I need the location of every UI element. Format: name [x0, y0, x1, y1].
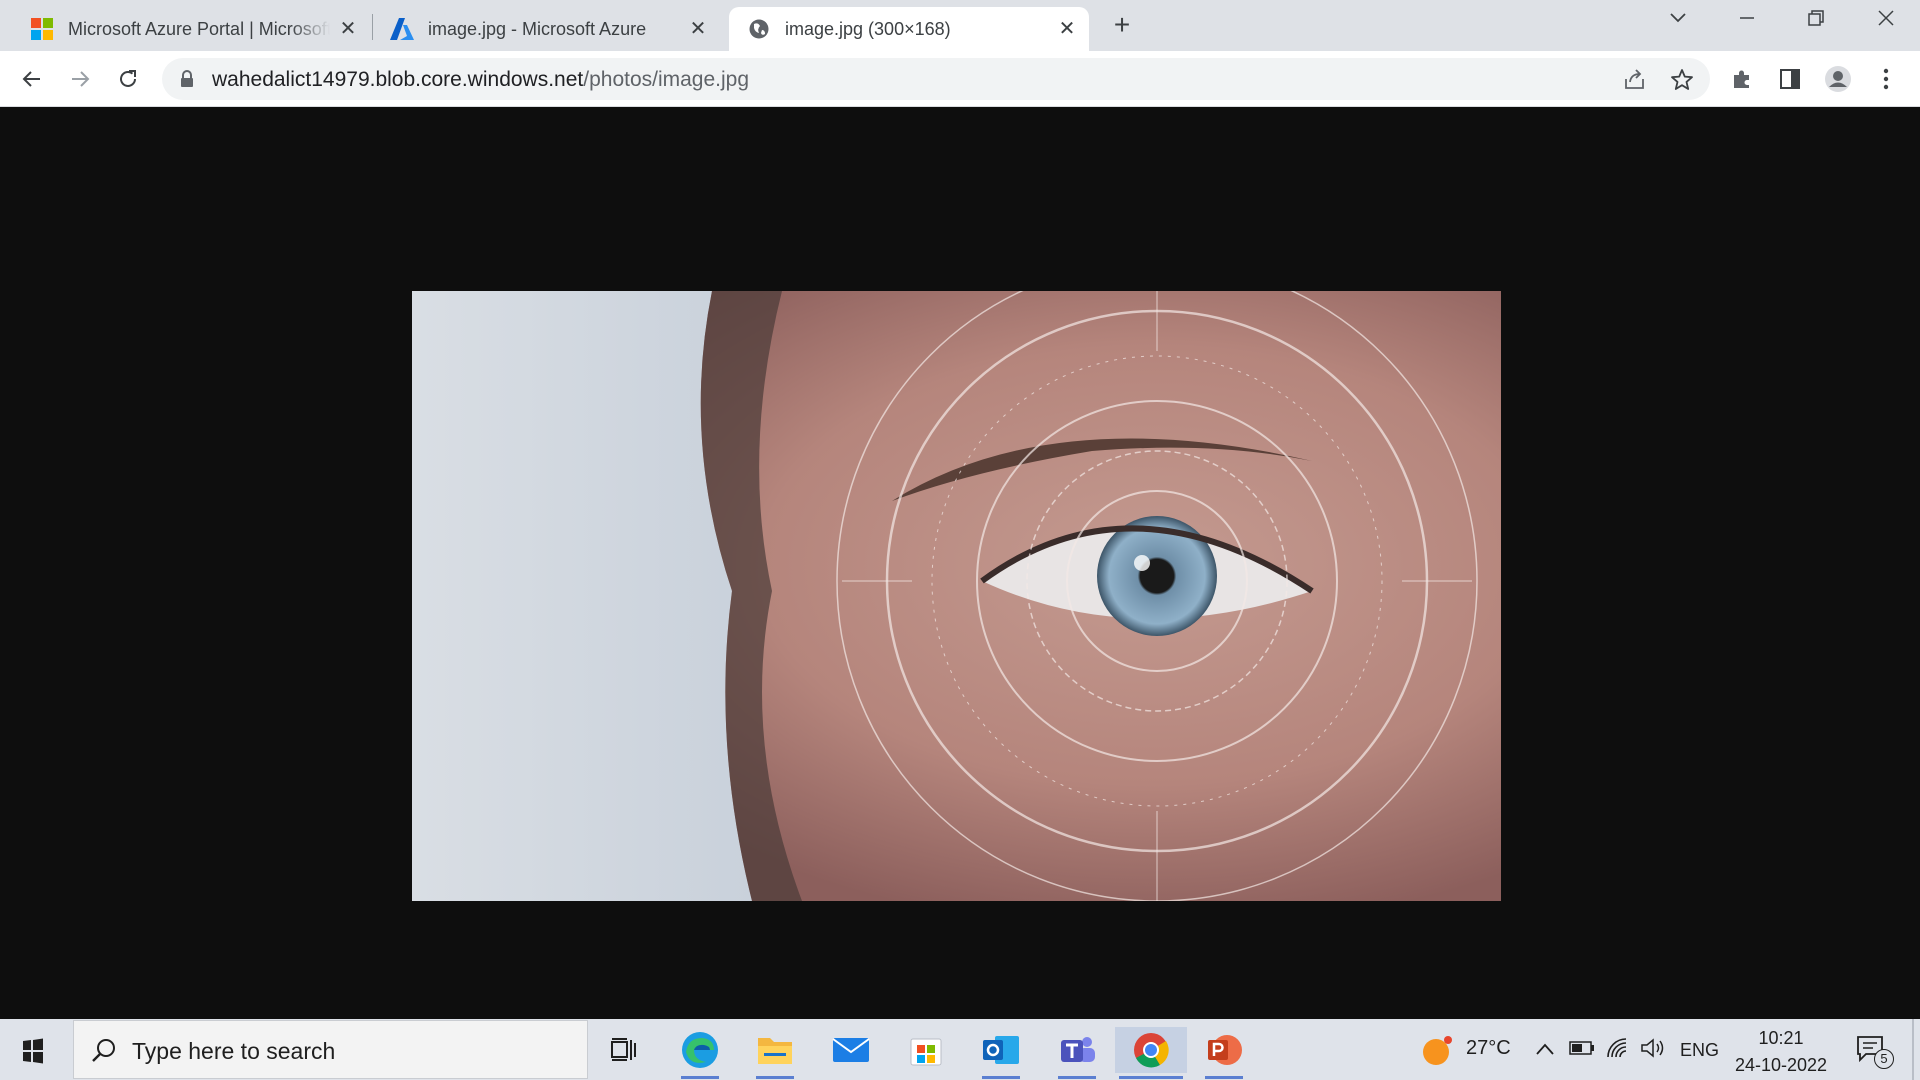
forward-arrow-icon[interactable] — [64, 63, 96, 95]
tab-search-chevron-icon[interactable] — [1658, 8, 1698, 36]
tab-title: image.jpg (300×168) — [785, 18, 951, 39]
minimize-icon[interactable] — [1727, 8, 1767, 36]
notification-center-icon[interactable]: 5 — [1856, 1035, 1896, 1069]
show-hidden-icons-chevron-icon[interactable] — [1535, 1039, 1555, 1062]
reload-icon[interactable] — [112, 63, 144, 95]
chrome-icon[interactable] — [1115, 1027, 1187, 1079]
file-explorer-icon[interactable] — [752, 1027, 798, 1079]
url-host: wahedalict14979.blob.core.windows.net — [212, 68, 584, 91]
globe-icon — [747, 17, 771, 41]
running-indicator — [1058, 1076, 1096, 1079]
show-desktop-button[interactable] — [1912, 1019, 1914, 1080]
close-tab-icon[interactable]: ✕ — [686, 17, 710, 41]
close-tab-icon[interactable]: ✕ — [336, 17, 360, 41]
windows-taskbar: Type here to search 27°C ENG 10:21 24-10… — [0, 1019, 1920, 1080]
search-icon — [90, 1037, 118, 1070]
running-indicator — [1205, 1076, 1243, 1079]
close-tab-icon[interactable]: ✕ — [1055, 17, 1079, 41]
outlook-icon[interactable] — [978, 1027, 1024, 1079]
edge-icon[interactable] — [677, 1027, 723, 1079]
close-window-icon[interactable] — [1866, 8, 1906, 36]
back-arrow-icon[interactable] — [16, 63, 48, 95]
tab-azure-portal[interactable]: Microsoft Azure Portal | Microsoft Azure… — [20, 7, 370, 51]
system-clock[interactable]: 10:21 24-10-2022 — [1716, 1025, 1846, 1079]
tab-title: Microsoft Azure Portal | Microsoft Azure — [68, 18, 330, 39]
powerpoint-icon[interactable] — [1201, 1027, 1247, 1079]
address-bar[interactable]: wahedalict14979.blob.core.windows.net/ph… — [162, 58, 1710, 100]
input-language[interactable]: ENG — [1680, 1040, 1719, 1061]
weather-temperature[interactable]: 27°C — [1466, 1037, 1511, 1060]
browser-toolbar: wahedalict14979.blob.core.windows.net/ph… — [0, 51, 1920, 107]
mail-icon[interactable] — [828, 1027, 874, 1073]
url-text[interactable]: wahedalict14979.blob.core.windows.net/ph… — [212, 68, 749, 92]
wifi-icon[interactable] — [1606, 1037, 1632, 1065]
clock-date: 24-10-2022 — [1734, 1055, 1828, 1075]
url-path: /photos/image.jpg — [583, 68, 750, 91]
taskbar-search-box[interactable]: Type here to search — [73, 1020, 588, 1079]
running-indicator — [681, 1076, 719, 1079]
windows-start-icon[interactable] — [10, 1033, 60, 1069]
page-content — [0, 107, 1920, 1019]
microsoft-store-icon[interactable] — [903, 1027, 949, 1073]
task-view-icon[interactable] — [601, 1027, 647, 1073]
microsoft-logo-icon — [30, 17, 54, 41]
tab-separator — [372, 14, 373, 40]
clock-time: 10:21 — [1758, 1028, 1804, 1048]
restore-icon[interactable] — [1796, 8, 1836, 36]
displayed-image-eye-photo[interactable] — [412, 291, 1501, 901]
weather-sun-icon[interactable] — [1420, 1035, 1452, 1072]
side-panel-icon[interactable] — [1776, 65, 1804, 93]
teams-icon[interactable] — [1054, 1027, 1100, 1079]
running-indicator — [982, 1076, 1020, 1079]
lock-icon[interactable] — [180, 70, 194, 93]
new-tab-button[interactable]: + — [1108, 11, 1136, 40]
tab-image-azure[interactable]: image.jpg - Microsoft Azure ✕ — [380, 7, 720, 51]
kebab-menu-icon[interactable] — [1872, 65, 1900, 93]
azure-logo-icon — [390, 17, 414, 41]
tab-image-jpg[interactable]: image.jpg (300×168) ✕ — [729, 7, 1089, 51]
tab-strip: Microsoft Azure Portal | Microsoft Azure… — [0, 0, 1920, 51]
share-icon[interactable] — [1622, 67, 1648, 93]
search-placeholder: Type here to search — [132, 1038, 336, 1064]
volume-icon[interactable] — [1640, 1037, 1666, 1065]
extensions-puzzle-icon[interactable] — [1728, 65, 1756, 93]
battery-icon[interactable] — [1569, 1039, 1595, 1062]
profile-avatar-icon[interactable] — [1824, 65, 1852, 93]
running-indicator — [756, 1076, 794, 1079]
notification-count-badge: 5 — [1874, 1049, 1894, 1069]
tab-title: image.jpg - Microsoft Azure — [428, 18, 647, 39]
bookmark-star-icon[interactable] — [1669, 67, 1695, 93]
running-indicator — [1119, 1076, 1183, 1079]
